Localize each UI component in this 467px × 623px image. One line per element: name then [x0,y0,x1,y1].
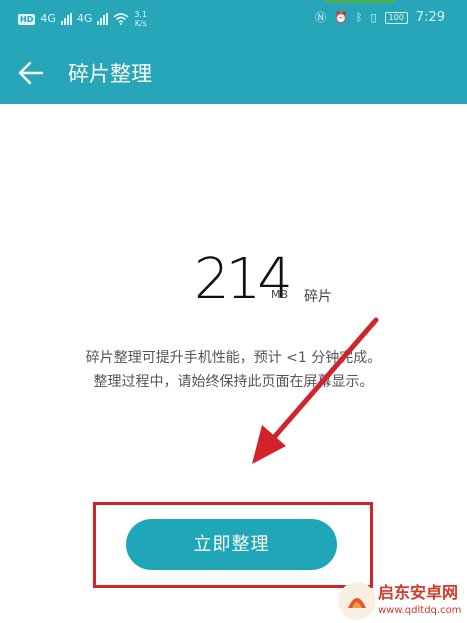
status-accent-strip [325,0,395,3]
description-text: 碎片整理可提升手机性能，预计 <1 分钟完成。 整理过程中，请始终保持此页面在屏… [0,346,467,394]
speed-value: 3.1 [134,10,148,19]
page-title: 碎片整理 [68,62,152,86]
app-bar: 碎片整理 [0,44,467,104]
status-bar: HD 4G 4G 3.1 K/s Ⓝ ⏰ ᛒ ▯ 100 7:29 [0,0,467,44]
watermark-title: 启东安卓网 [378,583,459,602]
status-time: 7:29 [415,10,445,25]
fragment-size-value: 214 [194,247,293,312]
description-line-2: 整理过程中，请始终保持此页面在屏幕显示。 [93,374,374,390]
bluetooth-icon: ᛒ [355,10,363,24]
network-type-2: 4G [76,12,93,25]
watermark: 启东安卓网 www.qdltdq.com [338,580,467,623]
wifi-icon [113,13,129,25]
battery-icon: 100 [384,11,408,24]
status-left-group: HD 4G 4G 3.1 K/s [18,10,147,28]
back-arrow-icon[interactable] [16,58,46,88]
alarm-icon: ⏰ [334,10,348,24]
status-right-group: Ⓝ ⏰ ᛒ ▯ 100 7:29 [315,10,445,25]
signal-icon-2 [97,13,109,25]
vibrate-icon: ▯ [370,10,377,24]
speed-unit: K/s [134,19,147,28]
watermark-logo-icon [338,582,376,620]
fragment-size-unit: MB [271,288,289,301]
nfc-icon: Ⓝ [315,10,327,24]
watermark-url: www.qdltdq.com [378,605,462,616]
start-defrag-button[interactable]: 立即整理 [126,519,337,570]
signal-icon [60,13,72,25]
network-type-1: 4G [40,12,56,25]
hd-icon: HD [18,13,36,25]
network-speed: 3.1 K/s [134,10,147,28]
fragment-size-label: 碎片 [304,289,332,305]
description-line-1: 碎片整理可提升手机性能，预计 <1 分钟完成。 [85,350,382,366]
